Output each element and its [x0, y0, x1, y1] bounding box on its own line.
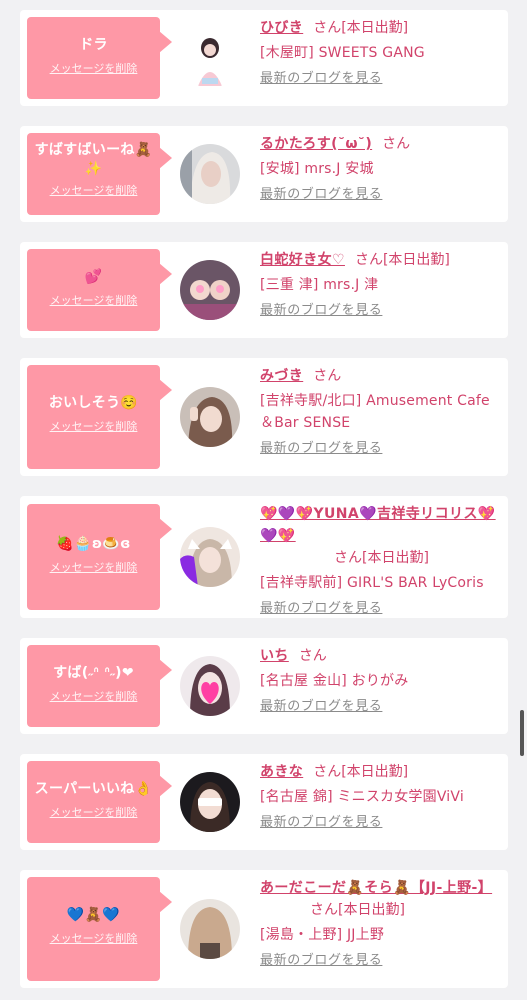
message-bubble: すばすばいーね🧸✨ メッセージを削除	[27, 133, 172, 215]
delete-message-link[interactable]: メッセージを削除	[31, 183, 156, 198]
message-bubble: スーパーいいね👌 メッセージを削除	[27, 761, 172, 843]
shop-name: [吉祥寺駅/北口] Amusement Cafe ＆Bar SENSE	[260, 393, 490, 431]
honorific: さん	[313, 368, 342, 384]
message-bubble: 💙🧸💙 メッセージを削除	[27, 877, 172, 981]
shop-name: [安城] mrs.J 安城	[260, 161, 374, 177]
list-item: スーパーいいね👌 メッセージを削除 あきな さん[本日出勤] [名古屋 錦] ミニ…	[20, 754, 508, 850]
user-name-link[interactable]: あーだこーだ🧸そら🧸【JJ-上野-】	[260, 877, 504, 899]
honorific: さん	[313, 20, 342, 36]
message-list: ドラ メッセージを削除 ひびき さん[本日出勤] [木屋町] SWEETS GAN…	[0, 0, 527, 1000]
honorific: さん	[310, 902, 338, 918]
status-badge: [本日出勤]	[341, 20, 409, 36]
message-text: おいしそう☺️	[48, 395, 139, 411]
item-info: いち さん [名古屋 金山] おりがみ 最新のブログを見る	[260, 645, 504, 718]
item-info: あきな さん[本日出勤] [名古屋 錦] ミニスカ女学園ViVi 最新のブログを見…	[260, 761, 504, 834]
avatar[interactable]	[180, 387, 240, 447]
honorific: さん	[298, 648, 327, 664]
message-text: 🍓🧁ʚ🍮ɞ	[56, 536, 131, 552]
honorific: さん	[382, 136, 411, 152]
scrollbar-thumb[interactable]	[520, 710, 524, 756]
message-bubble: すば(˶ᐢ ᐢ˶)❤ メッセージを削除	[27, 645, 172, 727]
message-bubble: 🍓🧁ʚ🍮ɞ メッセージを削除	[27, 504, 172, 610]
user-name-link[interactable]: 白蛇好き女♡	[260, 252, 345, 268]
delete-message-link[interactable]: メッセージを削除	[31, 931, 156, 946]
shop-name: [木屋町] SWEETS GANG	[260, 45, 425, 61]
message-bubble: おいしそう☺️ メッセージを削除	[27, 365, 172, 469]
list-item: 🍓🧁ʚ🍮ɞ メッセージを削除 💖💜💖YUNA💜吉祥寺リコリス💖💜💖 さん[本日出…	[20, 496, 508, 618]
message-bubble: 💕 メッセージを削除	[27, 249, 172, 331]
list-item: すば(˶ᐢ ᐢ˶)❤ メッセージを削除 いち さん [名古屋 金山] おりがみ 最…	[20, 638, 508, 734]
message-text: すば(˶ᐢ ᐢ˶)❤	[53, 665, 134, 681]
shop-name: [三重 津] mrs.J 津	[260, 277, 379, 293]
user-name-link[interactable]: あきな	[260, 764, 303, 780]
avatar[interactable]	[180, 144, 240, 204]
shop-name: [名古屋 錦] ミニスカ女学園ViVi	[260, 789, 464, 805]
blog-link[interactable]: 最新のブログを見る	[260, 950, 504, 972]
blog-link[interactable]: 最新のブログを見る	[260, 696, 504, 718]
item-info: みづき さん [吉祥寺駅/北口] Amusement Cafe ＆Bar SENS…	[260, 365, 504, 460]
blog-link[interactable]: 最新のブログを見る	[260, 438, 504, 460]
honorific: さん	[334, 550, 362, 566]
delete-message-link[interactable]: メッセージを削除	[31, 293, 156, 308]
delete-message-link[interactable]: メッセージを削除	[31, 805, 156, 820]
delete-message-link[interactable]: メッセージを削除	[31, 61, 156, 76]
message-bubble: ドラ メッセージを削除	[27, 17, 172, 99]
item-info: あーだこーだ🧸そら🧸【JJ-上野-】 さん[本日出勤] [湯島・上野] JJ上野…	[260, 877, 504, 972]
honorific: さん	[313, 764, 342, 780]
blog-link[interactable]: 最新のブログを見る	[260, 598, 504, 620]
shop-name: [名古屋 金山] おりがみ	[260, 673, 409, 689]
status-badge: [本日出勤]	[338, 902, 405, 918]
avatar[interactable]	[180, 899, 240, 959]
avatar[interactable]	[180, 656, 240, 716]
user-name-link[interactable]: みづき	[260, 368, 303, 384]
list-item: 💕 メッセージを削除 白蛇好き女♡ さん[本日出勤] [三重 津] mrs.J 津…	[20, 242, 508, 338]
honorific: さん	[354, 252, 383, 268]
list-item: 💙🧸💙 メッセージを削除 あーだこーだ🧸そら🧸【JJ-上野-】 さん[本日出勤]…	[20, 870, 508, 988]
status-badge: [本日出勤]	[382, 252, 450, 268]
blog-link[interactable]: 最新のブログを見る	[260, 812, 504, 834]
delete-message-link[interactable]: メッセージを削除	[31, 689, 156, 704]
status-badge: [本日出勤]	[362, 550, 429, 566]
blog-link[interactable]: 最新のブログを見る	[260, 184, 504, 206]
user-name-link[interactable]: ひびき	[260, 20, 303, 36]
delete-message-link[interactable]: メッセージを削除	[31, 419, 156, 434]
list-item: すばすばいーね🧸✨ メッセージを削除 るかたろす(˘ω˘) さん [安城] mrs…	[20, 126, 508, 222]
message-text: ドラ	[79, 37, 108, 53]
user-name-link[interactable]: いち	[260, 648, 289, 664]
blog-link[interactable]: 最新のブログを見る	[260, 300, 504, 322]
shop-name: [湯島・上野] JJ上野	[260, 927, 385, 943]
delete-message-link[interactable]: メッセージを削除	[31, 560, 156, 575]
blog-link[interactable]: 最新のブログを見る	[260, 68, 504, 90]
user-name-link[interactable]: るかたろす(˘ω˘)	[260, 136, 372, 152]
avatar[interactable]	[180, 260, 240, 320]
shop-name: [吉祥寺駅前] GIRL'S BAR LyCoris	[260, 575, 484, 591]
list-item: おいしそう☺️ メッセージを削除 みづき さん [吉祥寺駅/北口] Amuseme…	[20, 358, 508, 476]
avatar[interactable]	[180, 527, 240, 587]
message-text: 💕	[84, 269, 103, 285]
user-name-link[interactable]: 💖💜💖YUNA💜吉祥寺リコリス💖💜💖	[260, 503, 504, 547]
message-text: 💙🧸💙	[66, 907, 121, 923]
item-info: ひびき さん[本日出勤] [木屋町] SWEETS GANG 最新のブログを見る	[260, 17, 504, 90]
message-text: すばすばいーね🧸✨	[34, 142, 153, 177]
avatar[interactable]	[180, 28, 240, 88]
item-info: 💖💜💖YUNA💜吉祥寺リコリス💖💜💖 さん[本日出勤] [吉祥寺駅前] GIRL…	[260, 503, 504, 620]
status-badge: [本日出勤]	[341, 764, 409, 780]
list-item: ドラ メッセージを削除 ひびき さん[本日出勤] [木屋町] SWEETS GAN…	[20, 10, 508, 106]
item-info: 白蛇好き女♡ さん[本日出勤] [三重 津] mrs.J 津 最新のブログを見る	[260, 249, 504, 322]
item-info: るかたろす(˘ω˘) さん [安城] mrs.J 安城 最新のブログを見る	[260, 133, 504, 206]
avatar[interactable]	[180, 772, 240, 832]
message-text: スーパーいいね👌	[34, 781, 153, 797]
